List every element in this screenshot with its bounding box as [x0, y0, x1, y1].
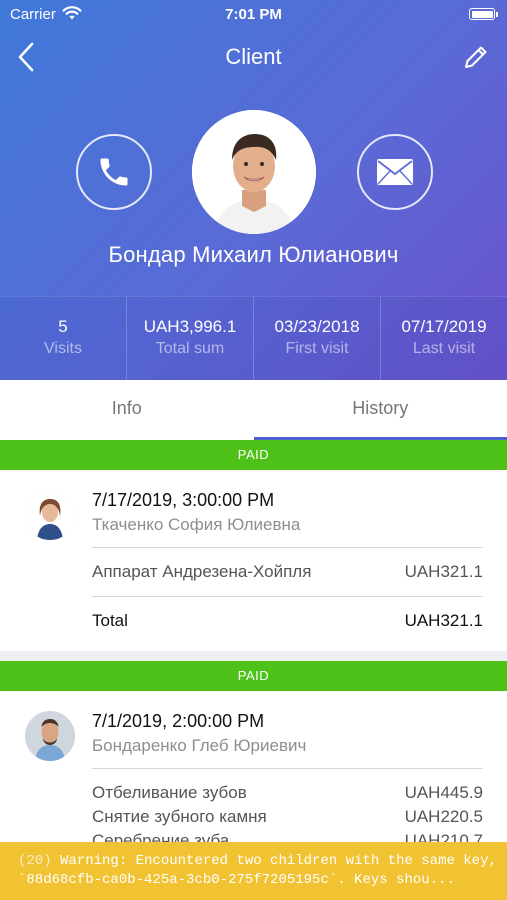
client-stats: 5 Visits UAH3,996.1 Total sum 03/23/2018… — [0, 296, 507, 380]
client-header: Carrier 7:01 PM Client Бондар Михаил Юли… — [0, 0, 507, 380]
stat-value: UAH3,996.1 — [143, 317, 237, 336]
doctor-name: Бондаренко Глеб Юриевич — [92, 736, 307, 755]
battery-tip — [496, 12, 498, 17]
stat-label: Visits — [44, 340, 82, 357]
client-avatar — [192, 110, 316, 234]
stat-label: Last visit — [412, 340, 476, 357]
tab-bar: Info History — [0, 380, 507, 440]
warning-banner[interactable]: (20) Warning: Encountered two children w… — [0, 842, 507, 900]
divider — [92, 768, 483, 769]
client-name: Бондар Михаил Юлианович — [108, 242, 399, 267]
status-badge: PAID — [0, 440, 507, 470]
service-row: Снятие зубного камня UAH220.5 — [92, 805, 483, 829]
service-row: Отбеливание зубов UAH445.9 — [92, 781, 483, 805]
service-name: Аппарат Андрезена-Хойпля — [92, 562, 312, 581]
service-price: UAH445.9 — [404, 783, 483, 802]
visit-date: 7/17/2019, 3:00:00 PM — [92, 490, 275, 510]
stat-first-visit: 03/23/2018 First visit — [254, 297, 381, 380]
envelope-icon — [377, 159, 413, 185]
total-label: Total — [92, 611, 128, 630]
warning-line-2: `88d68cfb-ca0b-425a-3cb0-275f7205195c`. … — [18, 872, 455, 888]
email-button[interactable] — [357, 134, 433, 210]
page-title: Client — [225, 44, 282, 69]
visit-history-list[interactable]: PAID 7/17/2019, 3:00:00 PM Ткаченко Софи… — [0, 440, 507, 900]
service-price: UAH220.5 — [404, 807, 483, 826]
stat-value: 07/17/2019 — [401, 317, 487, 336]
battery-icon — [469, 8, 495, 20]
doctor-avatar — [25, 711, 75, 761]
visit-date: 7/1/2019, 2:00:00 PM — [92, 711, 265, 731]
warning-text: Warning: Encountered two children with t… — [60, 853, 497, 869]
service-name: Снятие зубного камня — [92, 807, 267, 826]
stat-value: 5 — [58, 317, 68, 336]
card-gap — [0, 651, 507, 661]
visit-body: 7/17/2019, 3:00:00 PM Ткаченко София Юли… — [0, 470, 507, 651]
stat-visits: 5 Visits — [0, 297, 127, 380]
pencil-icon[interactable] — [461, 42, 491, 72]
status-bar: Carrier 7:01 PM — [0, 0, 507, 30]
warning-count: (20) — [18, 853, 52, 869]
total-value: UAH321.1 — [404, 611, 483, 630]
visit-card[interactable]: PAID 7/1/2019, 2:00:00 PM Бондаренко Гле… — [0, 661, 507, 871]
phone-icon — [100, 158, 128, 186]
status-badge: PAID — [0, 661, 507, 691]
total-row: Total UAH321.1 — [92, 609, 483, 633]
service-price: UAH321.1 — [404, 562, 483, 581]
visit-card[interactable]: PAID 7/17/2019, 3:00:00 PM Ткаченко Софи… — [0, 440, 507, 651]
tab-info[interactable]: Info — [0, 380, 254, 440]
doctor-name: Ткаченко София Юлиевна — [92, 515, 301, 534]
warning-line-1: (20) Warning: Encountered two children w… — [18, 852, 497, 871]
service-name: Отбеливание зубов — [92, 783, 247, 802]
stat-value: 03/23/2018 — [274, 317, 360, 336]
doctor-avatar — [25, 490, 75, 540]
call-button[interactable] — [76, 134, 152, 210]
stat-total-sum: UAH3,996.1 Total sum — [127, 297, 254, 380]
divider — [92, 547, 483, 548]
divider — [92, 596, 483, 597]
stat-label: Total sum — [155, 340, 225, 357]
clock: 7:01 PM — [225, 6, 282, 23]
service-row: Аппарат Андрезена-Хойпля UAH321.1 — [92, 560, 483, 584]
stat-last-visit: 07/17/2019 Last visit — [381, 297, 507, 380]
stat-label: First visit — [285, 340, 349, 357]
tab-history[interactable]: History — [253, 380, 507, 440]
